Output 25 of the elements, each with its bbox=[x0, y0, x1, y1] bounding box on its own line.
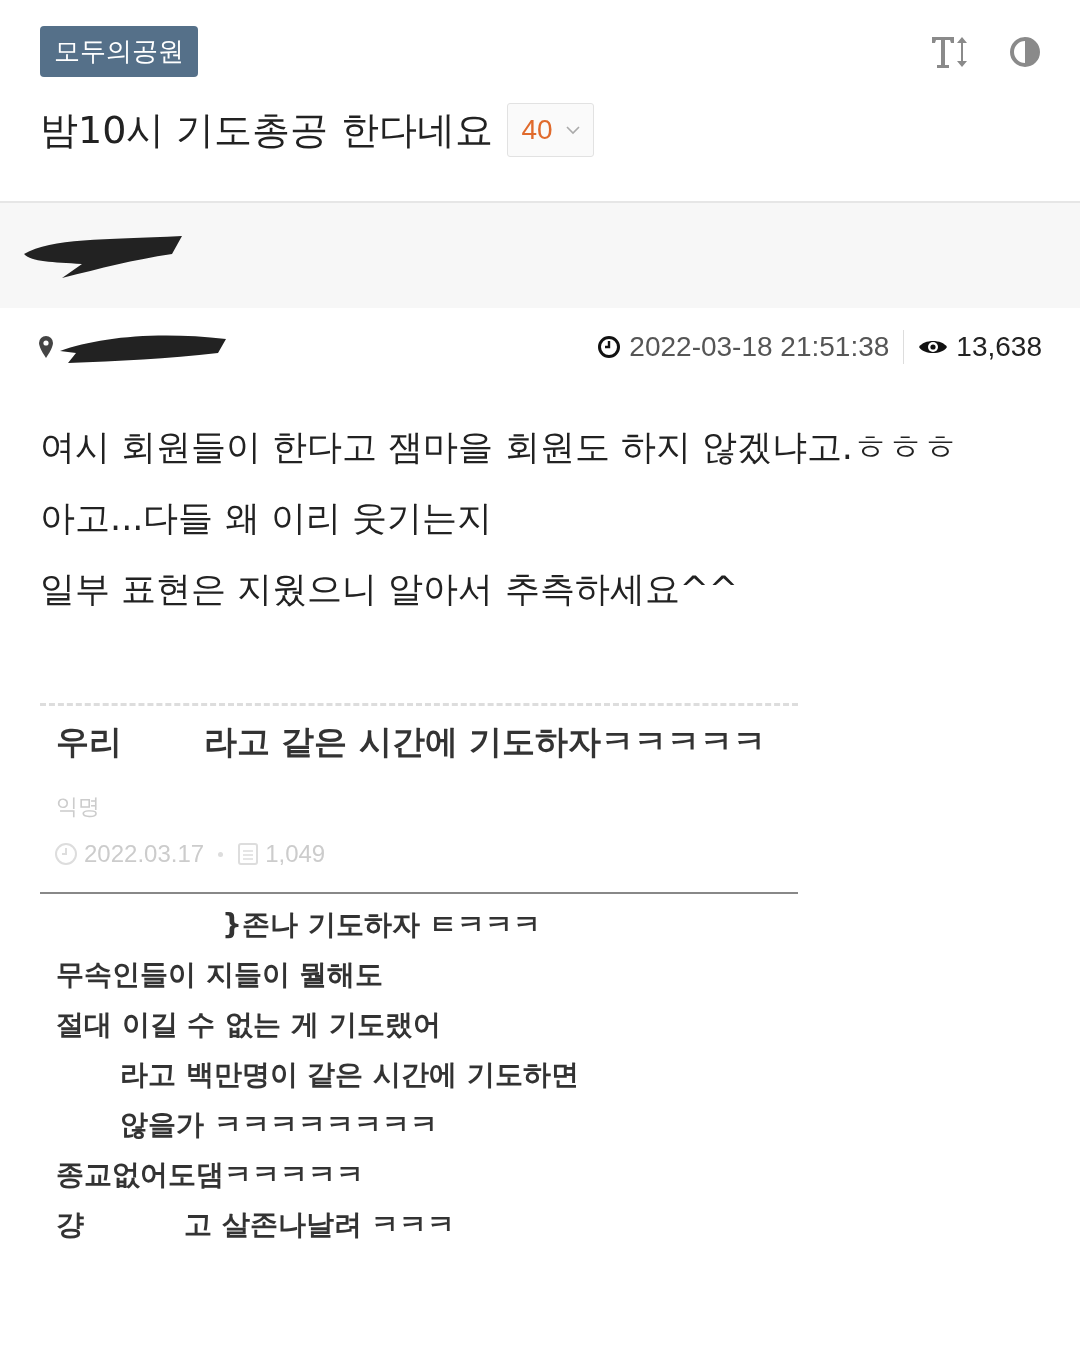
contrast-icon[interactable] bbox=[1008, 34, 1042, 69]
embedded-text: }존나 기도하자 ㅌㅋㅋㅋ bbox=[222, 907, 542, 943]
embedded-title: 우리 bbox=[56, 721, 122, 763]
comment-count-button[interactable]: 40 bbox=[506, 103, 594, 157]
post-title: 밤10시 기도총공 한다네요 bbox=[40, 106, 493, 154]
embedded-text: 종교없어도댐ㅋㅋㅋㅋㅋ bbox=[56, 1157, 364, 1193]
body-text: 일부 표현은 지웠으니 알아서 추측하세요^^ bbox=[40, 568, 740, 611]
embedded-text: 절대 이길 수 없는 게 기도랬어 bbox=[56, 1007, 441, 1043]
location-pin-icon bbox=[38, 335, 54, 359]
body-text: 아고...다들 왜 이리 웃기는지 bbox=[40, 497, 493, 540]
embedded-text: 라고 백만명이 같은 시간에 기도하면 bbox=[120, 1057, 579, 1093]
clock-icon bbox=[54, 842, 78, 866]
embedded-title: 라고 같은 시간에 기도하자ㅋㅋㅋㅋㅋ bbox=[204, 721, 767, 763]
body-text: 여시 회원들이 한다고 잼마을 회원도 하지 않겠냐고.ㅎㅎㅎ bbox=[40, 426, 959, 469]
embedded-text: 무속인들이 지들이 뭘해도 bbox=[56, 957, 384, 993]
chevron-icon bbox=[564, 125, 581, 135]
clock-icon bbox=[597, 335, 622, 359]
separator-dot bbox=[218, 851, 224, 857]
embedded-text: 고 살존나날려 ㅋㅋㅋ bbox=[184, 1207, 456, 1243]
embedded-text: 걍 bbox=[56, 1207, 84, 1243]
embedded-text: 않을가 ㅋㅋㅋㅋㅋㅋㅋㅋ bbox=[120, 1107, 438, 1143]
view-count: 13,638 bbox=[956, 331, 1042, 363]
document-icon bbox=[237, 842, 260, 866]
board-tag[interactable]: 모두의공원 bbox=[40, 26, 198, 77]
post-date: 2022-03-18 21:51:38 bbox=[629, 331, 890, 363]
